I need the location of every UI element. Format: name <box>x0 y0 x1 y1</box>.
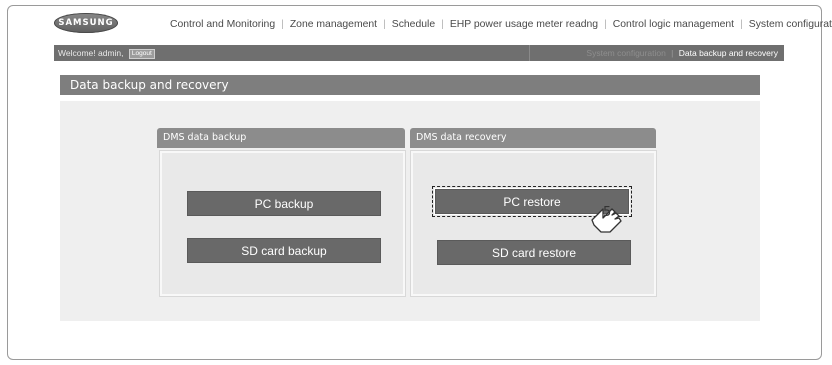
nav-control-monitoring[interactable]: Control and Monitoring <box>170 19 275 30</box>
backup-panel-header: DMS data backup <box>157 128 405 148</box>
breadcrumb-separator: | <box>671 48 674 58</box>
logout-button[interactable]: Logout <box>128 49 155 59</box>
sd-card-restore-button[interactable]: SD card restore <box>437 240 631 265</box>
nav-separator: | <box>740 18 743 30</box>
pc-backup-button[interactable]: PC backup <box>187 191 381 216</box>
nav-separator: | <box>281 18 284 30</box>
backup-panel <box>160 151 405 296</box>
breadcrumb-parent[interactable]: System configuration <box>586 48 665 58</box>
recovery-panel-header: DMS data recovery <box>410 128 656 148</box>
breadcrumb: System configuration | Data backup and r… <box>586 48 778 58</box>
welcome-text: Welcome! admin, <box>58 48 124 58</box>
welcome-message: Welcome! admin, Logout <box>58 48 155 59</box>
top-navigation: Control and Monitoring | Zone management… <box>170 17 832 31</box>
user-bar: Welcome! admin, Logout System configurat… <box>54 45 784 61</box>
samsung-logo[interactable]: SAMSUNG <box>54 13 118 33</box>
nav-separator: | <box>441 18 444 30</box>
nav-system-configuration[interactable]: System configuration <box>749 19 832 30</box>
nav-schedule[interactable]: Schedule <box>392 19 435 30</box>
nav-ehp-power-usage[interactable]: EHP power usage meter readng <box>450 19 598 30</box>
recovery-panel <box>411 151 656 296</box>
sd-card-backup-button[interactable]: SD card backup <box>187 238 381 263</box>
nav-control-logic[interactable]: Control logic management <box>613 19 734 30</box>
breadcrumb-current: Data backup and recovery <box>678 48 778 58</box>
nav-separator: | <box>383 18 386 30</box>
page-title: Data backup and recovery <box>60 75 760 95</box>
pc-restore-button[interactable]: PC restore <box>432 186 632 217</box>
nav-zone-management[interactable]: Zone management <box>290 19 377 30</box>
nav-separator: | <box>604 18 607 30</box>
divider-line <box>529 45 530 61</box>
